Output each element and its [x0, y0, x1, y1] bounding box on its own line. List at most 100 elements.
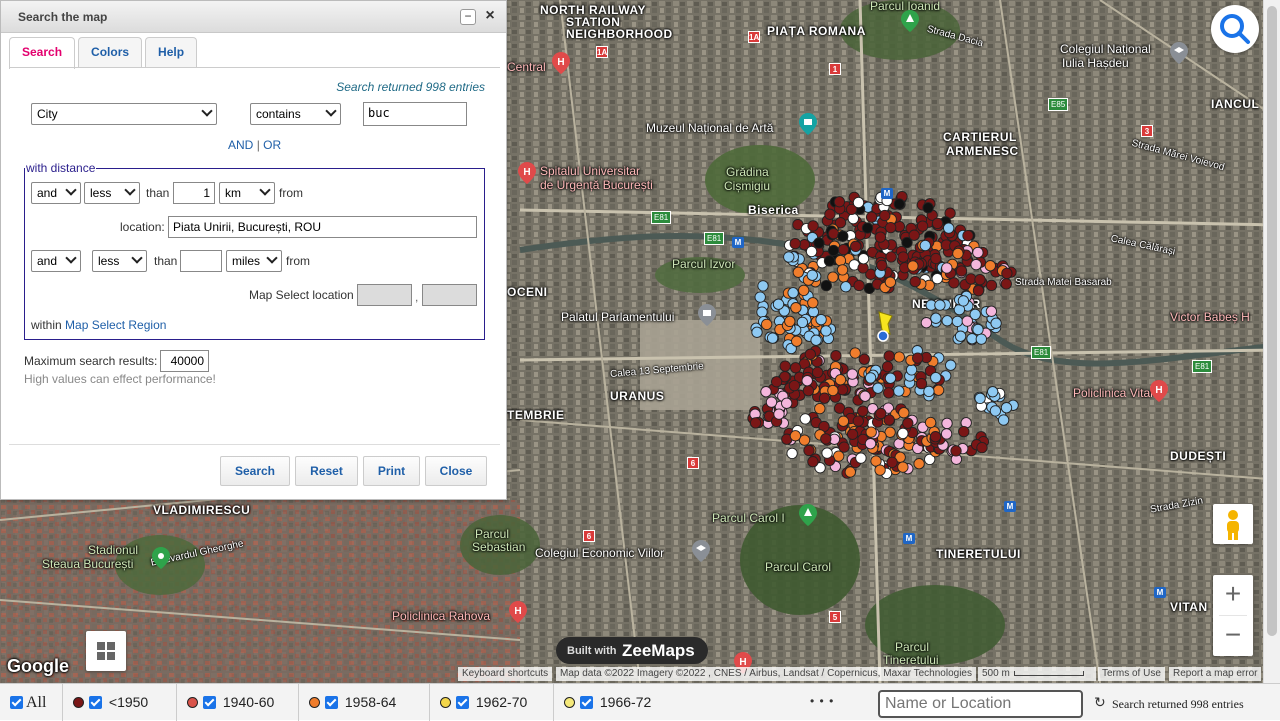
- map-marker[interactable]: [1000, 402, 1013, 414]
- keyboard-shortcuts-link[interactable]: Keyboard shortcuts: [458, 667, 553, 681]
- map-marker[interactable]: [765, 396, 778, 408]
- map-marker[interactable]: [770, 376, 783, 388]
- map-marker[interactable]: [912, 352, 924, 364]
- terms-of-use-link[interactable]: Terms of Use: [1098, 667, 1165, 681]
- map-marker[interactable]: [897, 461, 909, 473]
- minimize-button[interactable]: −: [460, 9, 476, 25]
- map-marker[interactable]: [893, 385, 905, 397]
- hospital-pin-icon[interactable]: H: [509, 601, 527, 623]
- map-marker[interactable]: [827, 244, 840, 257]
- map-marker[interactable]: [989, 405, 1002, 417]
- map-marker[interactable]: [987, 386, 999, 398]
- map-marker[interactable]: [976, 441, 988, 454]
- map-marker[interactable]: [865, 426, 877, 438]
- tab-help[interactable]: Help: [145, 37, 198, 68]
- map-marker[interactable]: [850, 240, 862, 253]
- conj-select-1[interactable]: and: [31, 182, 81, 204]
- map-marker[interactable]: [897, 427, 909, 440]
- map-marker[interactable]: [789, 237, 801, 250]
- checkbox-checked-icon[interactable]: [325, 696, 338, 709]
- map-marker[interactable]: [821, 447, 833, 459]
- hospital-pin-icon[interactable]: H: [552, 52, 570, 74]
- map-marker[interactable]: [855, 452, 867, 464]
- map-marker[interactable]: [874, 464, 886, 476]
- map-marker[interactable]: [872, 382, 884, 394]
- map-marker[interactable]: [751, 326, 763, 338]
- map-marker[interactable]: [874, 231, 887, 243]
- map-marker[interactable]: [857, 253, 870, 265]
- map-marker[interactable]: [919, 239, 931, 252]
- map-marker[interactable]: [945, 359, 957, 371]
- map-marker[interactable]: [836, 384, 849, 396]
- map-marker[interactable]: [773, 408, 785, 420]
- map-marker[interactable]: [749, 417, 762, 429]
- legend-item[interactable]: <1950: [63, 684, 177, 721]
- map-marker[interactable]: [876, 259, 888, 272]
- refresh-icon[interactable]: ↻: [1094, 694, 1106, 711]
- map-marker[interactable]: [865, 211, 878, 223]
- map-marker[interactable]: [836, 264, 849, 276]
- map-marker[interactable]: [757, 280, 769, 292]
- map-marker[interactable]: [858, 353, 870, 365]
- compare-select-1[interactable]: less: [84, 182, 140, 204]
- distance-value-1[interactable]: 1: [173, 182, 215, 204]
- scrollbar-thumb[interactable]: [1267, 6, 1277, 636]
- map-marker[interactable]: [883, 350, 895, 362]
- map-marker[interactable]: [859, 390, 871, 402]
- map-select-location-link[interactable]: Map Select location: [249, 288, 354, 302]
- map-marker[interactable]: [908, 229, 920, 241]
- built-with-zeemaps-badge[interactable]: Built with ZeeMaps: [556, 637, 708, 664]
- map-marker[interactable]: [905, 364, 918, 376]
- map-marker[interactable]: [886, 456, 898, 469]
- stadium-pin-icon[interactable]: [152, 547, 170, 569]
- compare-select-2[interactable]: less: [92, 250, 147, 272]
- map-marker[interactable]: [810, 334, 822, 346]
- map-marker[interactable]: [837, 243, 850, 256]
- map-marker[interactable]: [879, 209, 891, 222]
- name-or-location-input[interactable]: [878, 690, 1083, 718]
- map-marker[interactable]: [930, 252, 942, 265]
- map-marker[interactable]: [875, 407, 887, 420]
- map-marker[interactable]: [913, 458, 925, 470]
- map-marker[interactable]: [972, 285, 985, 297]
- map-marker[interactable]: [924, 416, 937, 429]
- map-marker[interactable]: [814, 402, 826, 415]
- map-marker[interactable]: [940, 428, 953, 440]
- map-marker[interactable]: [934, 299, 946, 311]
- search-location-pin-icon[interactable]: [874, 310, 896, 342]
- map-marker[interactable]: [864, 372, 877, 384]
- map-marker[interactable]: [957, 295, 970, 307]
- map-marker[interactable]: [804, 348, 816, 360]
- dialog-titlebar[interactable]: Search the map − ×: [1, 1, 506, 33]
- map-marker[interactable]: [951, 315, 964, 328]
- map-marker[interactable]: [803, 444, 815, 457]
- map-marker[interactable]: [961, 315, 973, 327]
- more-legend-button[interactable]: • • •: [810, 694, 834, 708]
- distance-value-2[interactable]: [180, 250, 222, 272]
- map-marker[interactable]: [972, 246, 984, 259]
- map-marker[interactable]: [990, 317, 1002, 329]
- map-marker[interactable]: [853, 279, 865, 292]
- tab-search[interactable]: Search: [9, 37, 76, 69]
- map-marker[interactable]: [766, 332, 779, 344]
- map-marker[interactable]: [884, 372, 897, 384]
- checkbox-checked-icon[interactable]: [580, 696, 593, 709]
- map-marker[interactable]: [784, 315, 796, 328]
- legend-item[interactable]: 1958-64: [299, 684, 430, 721]
- map-marker[interactable]: [846, 428, 859, 440]
- map-marker[interactable]: [970, 258, 982, 271]
- map-marker[interactable]: [833, 196, 846, 208]
- map-marker[interactable]: [789, 430, 802, 442]
- map-marker[interactable]: [974, 273, 986, 286]
- map-marker[interactable]: [885, 251, 897, 263]
- map-marker[interactable]: [834, 254, 847, 267]
- map-marker[interactable]: [761, 318, 773, 331]
- map-marker[interactable]: [823, 255, 836, 267]
- map-marker[interactable]: [790, 302, 802, 314]
- conj-select-2[interactable]: and: [31, 250, 81, 272]
- map-marker[interactable]: [791, 335, 803, 347]
- location-input[interactable]: Piata Unirii, București, ROU: [168, 216, 477, 238]
- print-button[interactable]: Print: [363, 456, 420, 486]
- map-marker[interactable]: [754, 291, 766, 303]
- map-marker[interactable]: [787, 287, 799, 299]
